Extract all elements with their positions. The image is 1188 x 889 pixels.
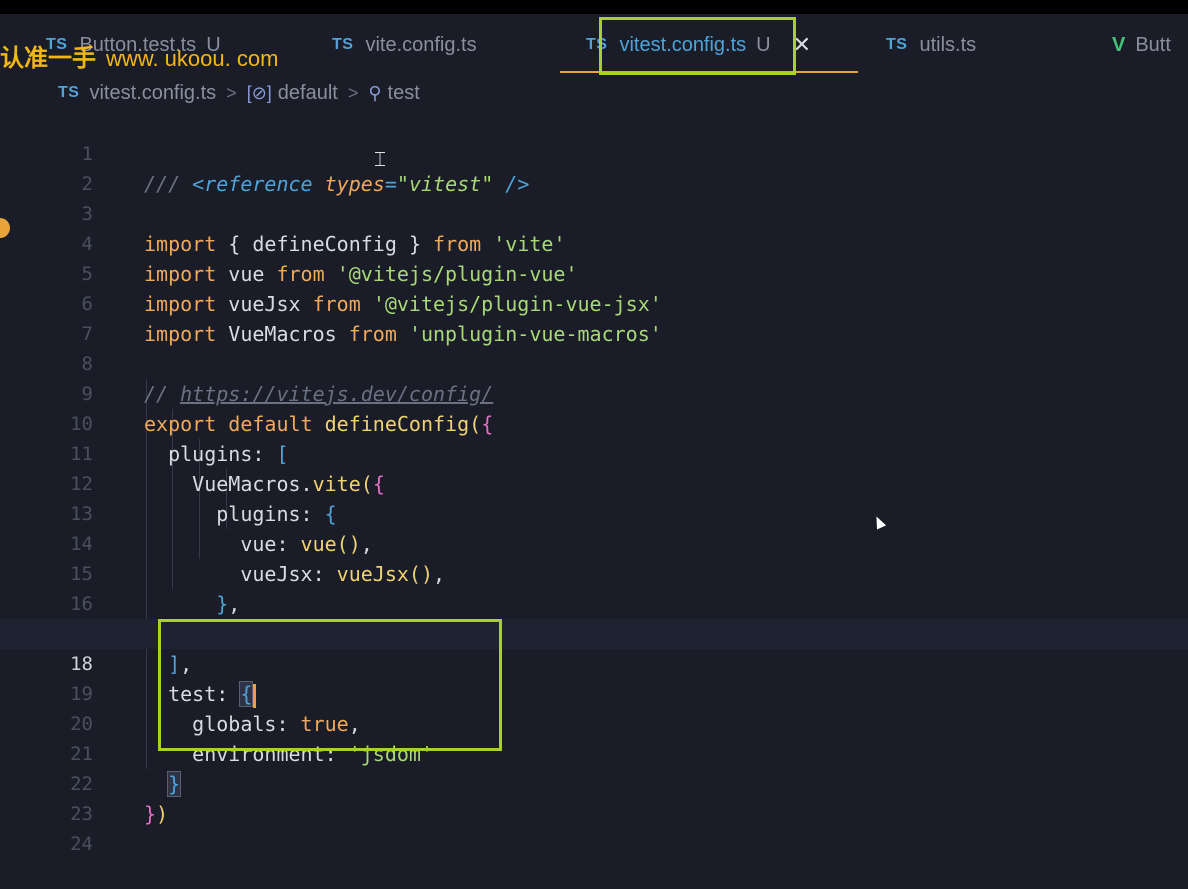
typescript-file-icon: TS: [886, 36, 908, 53]
typescript-file-icon: TS: [332, 36, 354, 53]
breadcrumb-leaf[interactable]: test: [388, 82, 420, 105]
code-line: 8 // https://vitejs.dev/config/: [0, 319, 1188, 406]
tab-highlight-box: [599, 17, 796, 75]
top-black-bar: [0, 0, 1188, 14]
tab-label: utils.ts: [919, 33, 977, 56]
line-number: 24: [70, 833, 93, 855]
code-line: 23: [0, 769, 1188, 825]
code-line: 12 plugins: {: [0, 439, 1188, 526]
watermark-text: 认准一手: [0, 45, 96, 72]
code-line: 4 import vue from '@vitejs/plugin-vue': [0, 199, 1188, 286]
code-line: 7: [0, 289, 1188, 345]
code-line: 13 vue: vue(),: [0, 469, 1188, 556]
vue-file-icon: V: [1112, 33, 1126, 56]
code-line: 5 import vueJsx from '@vitejs/plugin-vue…: [0, 229, 1188, 316]
typescript-file-icon: TS: [58, 84, 80, 101]
code-line: 17 ],: [0, 589, 1188, 676]
breadcrumb: TS vitest.config.ts > [⊘] default > ⚲ te…: [58, 80, 420, 106]
watermark-url: www. ukoou. com: [106, 46, 279, 71]
code-line: 16 }): [0, 559, 1188, 646]
wrench-icon: ⚲: [368, 82, 382, 103]
code-line: 1 /// <reference types="vitest" />: [0, 109, 1188, 196]
chevron-right-icon: >: [226, 82, 237, 103]
text-cursor-icon: ⌶: [374, 149, 386, 171]
chevron-right-icon: >: [347, 82, 359, 103]
tab-vite-config[interactable]: TS vite.config.ts: [332, 32, 477, 58]
code-line: 2: [0, 139, 1188, 195]
tab-label: Butt: [1135, 33, 1171, 56]
code-line: 9 export default defineConfig({: [0, 349, 1188, 436]
code-highlight-box: [158, 619, 502, 751]
tab-utils[interactable]: TS utils.ts: [886, 32, 976, 58]
code-line: 11 VueMacros.vite({: [0, 409, 1188, 496]
code-line: 3 import { defineConfig } from 'vite': [0, 169, 1188, 256]
symbol-variable-icon: [⊘]: [246, 82, 272, 103]
breadcrumb-file[interactable]: vitest.config.ts: [89, 82, 216, 105]
code-line: 6 import VueMacros from 'unplugin-vue-ma…: [0, 259, 1188, 346]
code-line: 10 plugins: [: [0, 379, 1188, 466]
tab-button-vue[interactable]: V Butt: [1112, 32, 1171, 58]
tab-label: vite.config.ts: [365, 33, 477, 56]
code-line: 14 vueJsx: vueJsx(),: [0, 499, 1188, 586]
breadcrumb-symbol[interactable]: default: [278, 82, 338, 105]
code-line: 24: [0, 799, 1188, 855]
code-line: 15 },: [0, 529, 1188, 616]
watermark: 认准一手 www. ukoou. com: [0, 38, 278, 73]
